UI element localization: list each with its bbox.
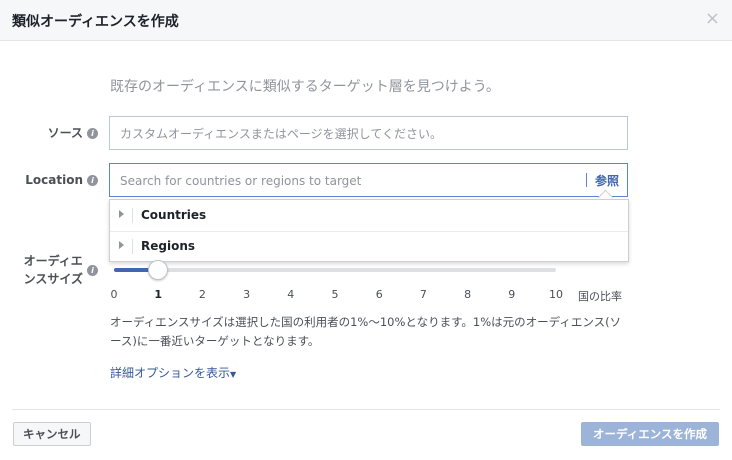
cancel-button[interactable]: キャンセル xyxy=(13,422,91,446)
location-field[interactable]: 参照 xyxy=(109,163,628,206)
chevron-down-icon: ▼ xyxy=(230,370,237,379)
audience-size-label: オーディエンスサイズ i xyxy=(0,252,98,288)
location-dropdown: Countries Regions xyxy=(109,199,629,262)
create-audience-button[interactable]: オーディエンスを作成 xyxy=(581,422,719,446)
slider-tick-label: 4 xyxy=(287,288,295,301)
dialog-subtitle: 既存のオーディエンスに類似するターゲット層を見つけよう。 xyxy=(110,79,500,95)
source-input[interactable] xyxy=(118,117,582,151)
footer-divider xyxy=(12,409,720,410)
show-advanced-options-link[interactable]: 詳細オプションを表示▼ xyxy=(110,364,236,381)
source-field[interactable] xyxy=(109,116,628,151)
browse-separator xyxy=(586,173,587,187)
audience-size-slider-handle[interactable] xyxy=(148,260,169,280)
slider-tick-label: 7 xyxy=(419,288,427,301)
browse-link[interactable]: 参照 xyxy=(595,172,619,189)
slider-tick-label: 8 xyxy=(464,288,472,301)
expand-triangle-icon[interactable] xyxy=(119,241,124,249)
info-icon[interactable]: i xyxy=(87,264,98,276)
slider-tick-label: 10 xyxy=(549,288,563,301)
info-icon[interactable]: i xyxy=(87,175,98,186)
dropdown-item-regions[interactable]: Regions xyxy=(110,231,628,262)
slider-tick-label: 5 xyxy=(331,288,339,301)
dropdown-item-label: Regions xyxy=(141,239,196,253)
expand-triangle-icon[interactable] xyxy=(119,210,124,218)
location-label: Location i xyxy=(0,173,98,187)
slider-tick-label: 1 xyxy=(154,288,163,301)
dialog-header: 類似オーディエンスを作成 × xyxy=(0,0,732,41)
dialog-title: 類似オーディエンスを作成 xyxy=(12,14,179,30)
location-search-input[interactable] xyxy=(118,164,582,198)
dropdown-item-countries[interactable]: Countries xyxy=(110,200,628,232)
slider-tick-label: 2 xyxy=(198,288,206,301)
audience-size-description: オーディエンスサイズは選択した国の利用者の1%〜10%となります。1%は元のオー… xyxy=(110,315,622,348)
slider-tick-label: 9 xyxy=(508,288,516,301)
item-separator xyxy=(132,239,133,254)
location-label-text: Location xyxy=(25,173,83,187)
audience-size-label-text: オーディエンスサイズ xyxy=(24,252,83,288)
info-icon[interactable]: i xyxy=(87,128,98,139)
source-label-text: ソース xyxy=(47,126,83,140)
create-lookalike-audience-dialog: 類似オーディエンスを作成 × 既存のオーディエンスに類似するターゲット層を見つけ… xyxy=(0,0,732,460)
dropdown-item-label: Countries xyxy=(141,208,207,222)
audience-size-label-line1: オーディエ xyxy=(23,254,83,268)
audience-size-slider-track[interactable] xyxy=(114,268,556,272)
slider-tick-label: 6 xyxy=(375,288,383,301)
advanced-options-label: 詳細オプションを表示 xyxy=(110,366,231,380)
item-separator xyxy=(132,208,133,223)
source-label: ソース i xyxy=(0,124,98,141)
country-ratio-label: 国の比率 xyxy=(578,290,622,303)
slider-tick-label: 3 xyxy=(243,288,251,301)
audience-size-label-line2: ンスサイズ xyxy=(23,272,83,286)
slider-tick-label: 0 xyxy=(110,288,118,301)
close-icon[interactable]: × xyxy=(705,10,720,28)
